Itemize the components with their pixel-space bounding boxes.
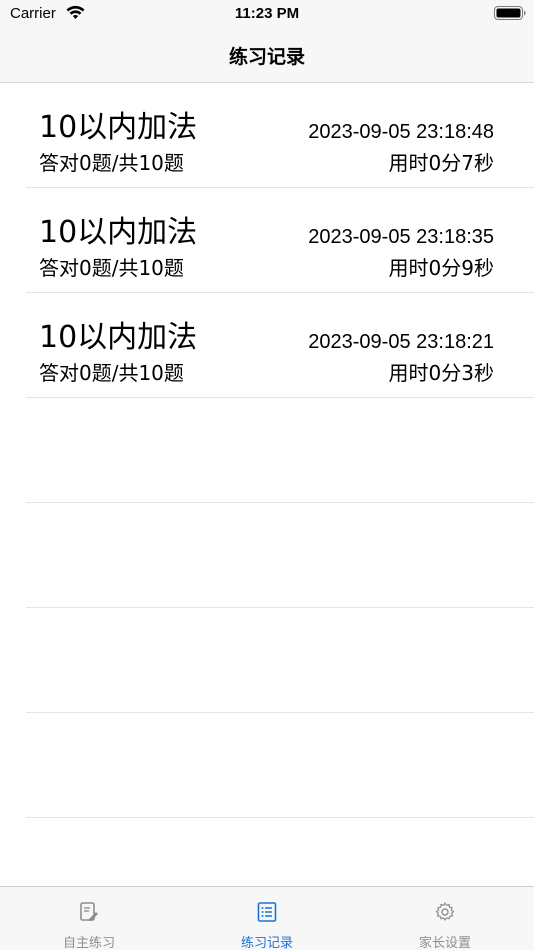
- record-title: 10以内加法: [39, 215, 198, 250]
- navigation-bar: 练习记录: [0, 30, 534, 83]
- tab-label: 练习记录: [240, 936, 293, 950]
- record-title: 10以内加法: [39, 320, 198, 355]
- record-list[interactable]: 10以内加法 2023-09-05 23:18:48 答对0题/共10题 用时0…: [0, 83, 534, 818]
- battery-icon: [494, 6, 526, 20]
- tab-practice[interactable]: 自主练习: [0, 887, 178, 950]
- tab-label: 家长设置: [418, 936, 471, 950]
- record-title: 10以内加法: [39, 110, 198, 145]
- page-title: 练习记录: [228, 46, 305, 68]
- record-time: 2023-09-05 23:18:48: [308, 121, 494, 143]
- empty-row: [26, 503, 534, 608]
- edit-document-icon: [80, 902, 98, 921]
- record-row[interactable]: 10以内加法 2023-09-05 23:18:35 答对0题/共10题 用时0…: [26, 188, 534, 293]
- record-duration: 用时0分3秒: [388, 361, 494, 385]
- record-time: 2023-09-05 23:18:21: [308, 331, 494, 353]
- empty-row: [26, 398, 534, 503]
- record-score: 答对0题/共10题: [39, 256, 184, 280]
- record-duration: 用时0分7秒: [388, 151, 494, 175]
- empty-row: [26, 713, 534, 818]
- record-score: 答对0题/共10题: [39, 151, 184, 175]
- record-time: 2023-09-05 23:18:35: [308, 226, 494, 248]
- record-row[interactable]: 10以内加法 2023-09-05 23:18:48 答对0题/共10题 用时0…: [26, 83, 534, 188]
- tab-label: 自主练习: [62, 936, 115, 950]
- tab-parent-settings[interactable]: 家长设置: [356, 887, 534, 950]
- list-icon: [257, 902, 277, 922]
- tab-bar: 自主练习 练习记录 家长设置: [0, 886, 534, 950]
- empty-row: [26, 608, 534, 713]
- record-row[interactable]: 10以内加法 2023-09-05 23:18:21 答对0题/共10题 用时0…: [26, 293, 534, 398]
- status-time: 11:23 PM: [234, 5, 300, 22]
- gear-icon: [435, 902, 455, 921]
- status-bar: Carrier 11:23 PM: [0, 0, 534, 30]
- record-duration: 用时0分9秒: [388, 256, 494, 280]
- record-score: 答对0题/共10题: [39, 361, 184, 385]
- tab-records[interactable]: 练习记录: [178, 887, 356, 950]
